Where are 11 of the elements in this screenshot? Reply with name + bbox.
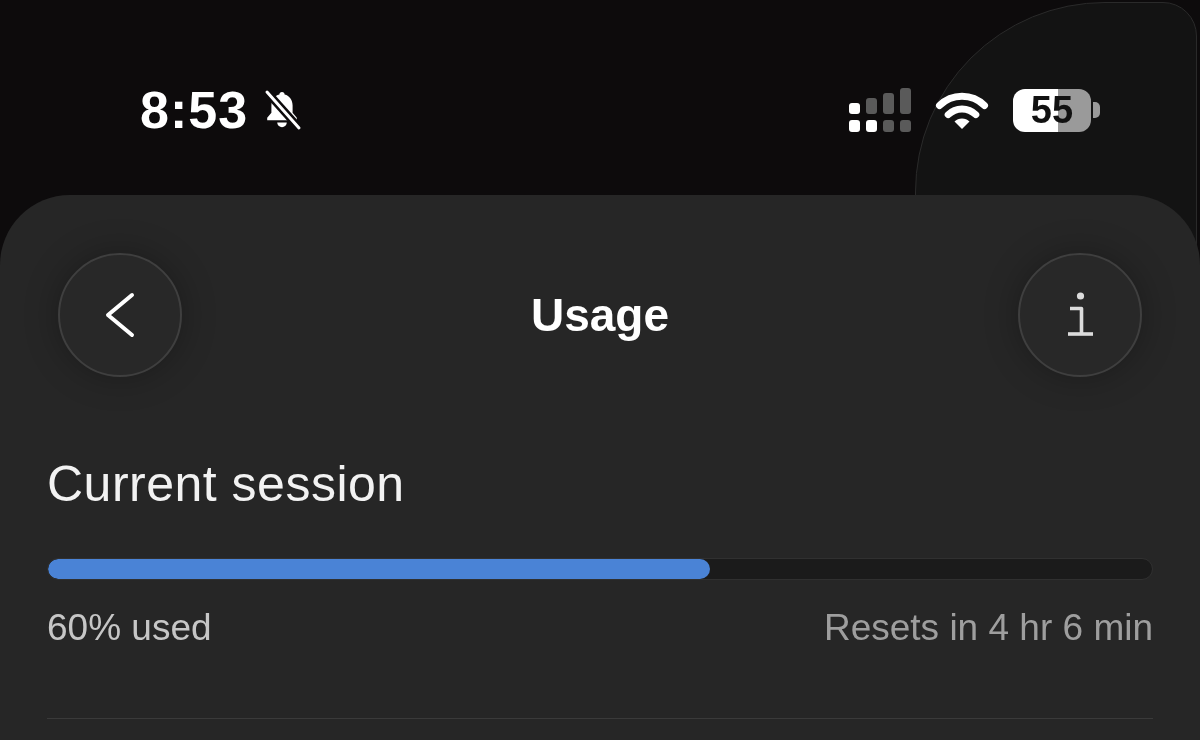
- page-title: Usage: [529, 288, 671, 343]
- clock-time: 8:53: [140, 84, 249, 136]
- battery-indicator: 55: [1013, 88, 1091, 132]
- signal-icon: [849, 88, 911, 132]
- wifi-icon: [935, 90, 989, 130]
- reset-time: Resets in 4 hr 6 min: [823, 606, 1153, 650]
- info-icon: [1065, 292, 1095, 338]
- section-title: Current session: [47, 455, 405, 513]
- battery-tip-icon: [1093, 102, 1100, 118]
- usage-percent: 60% used: [47, 606, 212, 650]
- chevron-left-icon: [104, 292, 136, 338]
